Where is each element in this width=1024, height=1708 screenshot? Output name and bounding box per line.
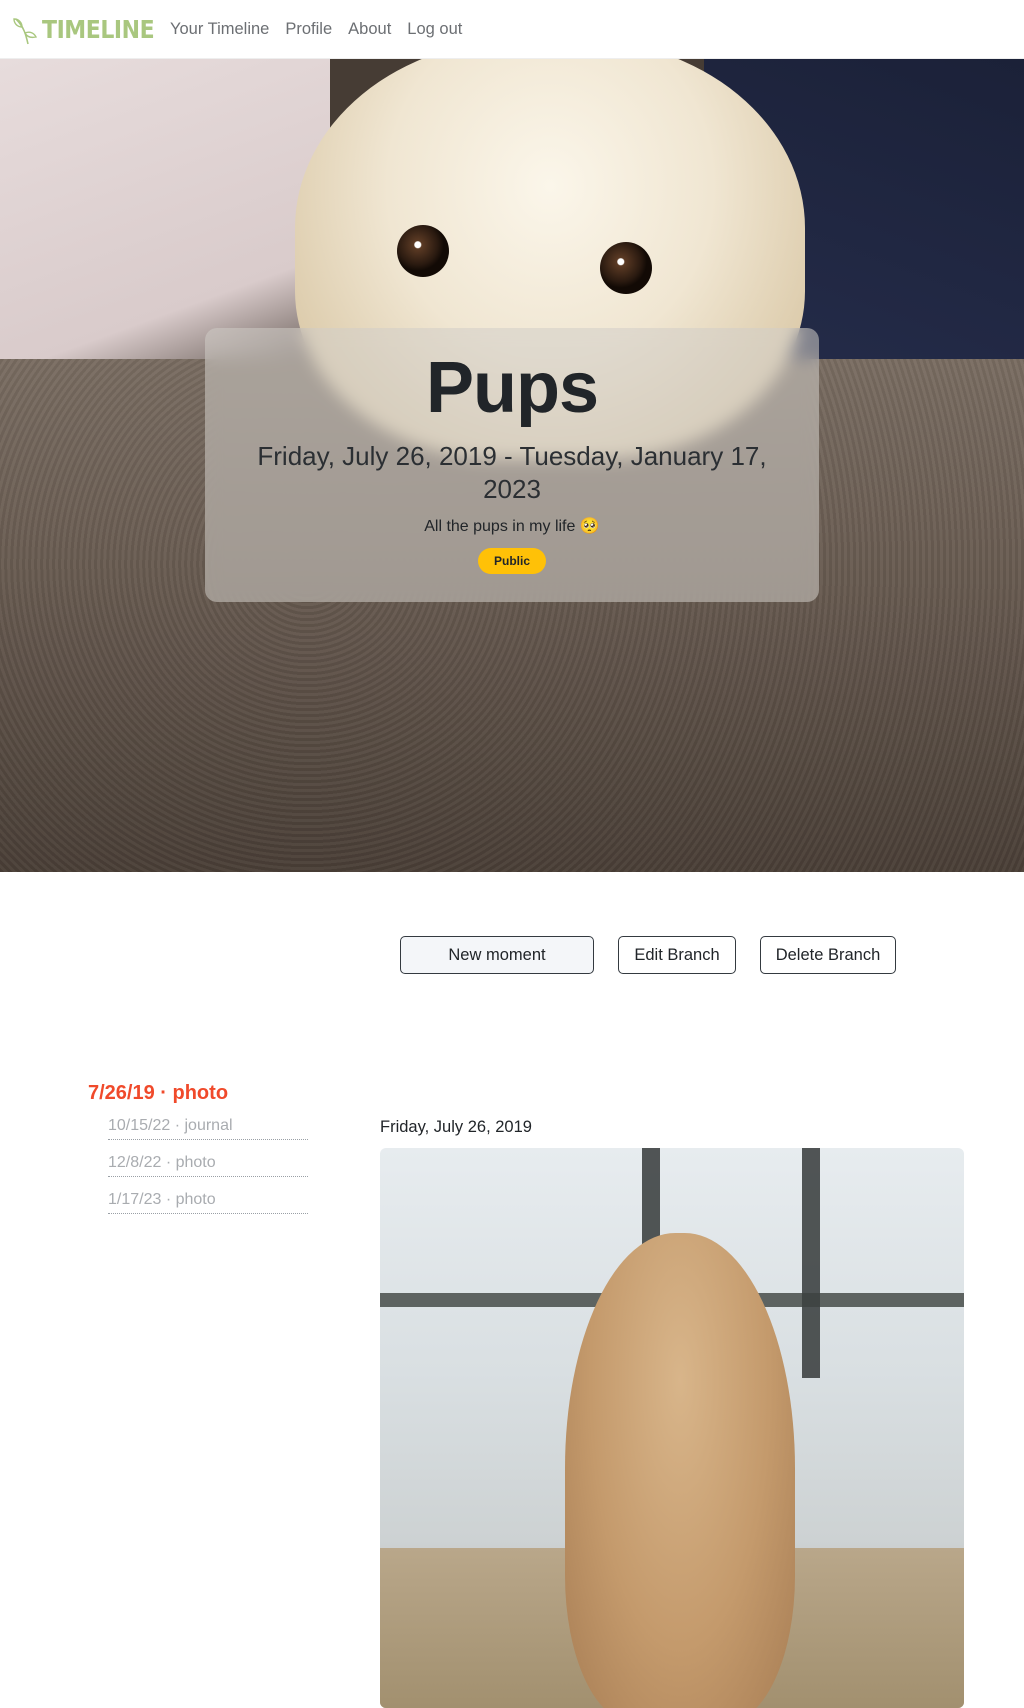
brand-logo[interactable]: TIMELINE [12, 0, 155, 59]
brand-text: TIMELINE [42, 14, 155, 44]
branch-header-card: Pups Friday, July 26, 2019 - Tuesday, Ja… [205, 328, 819, 602]
moment-date: Friday, July 26, 2019 [380, 1118, 532, 1136]
navbar: TIMELINE Your Timeline Profile About Log… [0, 0, 1024, 59]
photo-chair-leg [802, 1148, 820, 1378]
delete-branch-button[interactable]: Delete Branch [760, 936, 896, 974]
nav-links: Your Timeline Profile About Log out [170, 20, 478, 39]
branch-date-range: Friday, July 26, 2019 - Tuesday, January… [257, 441, 767, 504]
moment-list-item[interactable]: 1/17/23 · photo [108, 1191, 308, 1214]
sprout-icon [13, 18, 38, 45]
nav-link-about[interactable]: About [348, 20, 391, 39]
moment-photo [380, 1148, 964, 1708]
branch-title: Pups [425, 348, 599, 428]
dog-eye-left [397, 225, 449, 277]
nav-link-your-timeline[interactable]: Your Timeline [170, 20, 269, 39]
branch-description: All the pups in my life 🥺 [424, 518, 600, 535]
dog-eye-right [600, 242, 652, 294]
moment-card: Friday, July 26, 2019 [380, 1118, 964, 1708]
nav-link-profile[interactable]: Profile [285, 20, 332, 39]
moment-list: 7/26/19 · photo 10/15/22 · journal 12/8/… [88, 1082, 318, 1228]
moment-list-item[interactable]: 12/8/22 · photo [108, 1154, 308, 1177]
moment-list-item-active[interactable]: 7/26/19 · photo [88, 1082, 318, 1105]
nav-link-log-out[interactable]: Log out [407, 20, 462, 39]
new-moment-button[interactable]: New moment [400, 936, 594, 974]
moment-list-item[interactable]: 10/15/22 · journal [108, 1117, 308, 1140]
photo-puppy [565, 1233, 795, 1708]
visibility-badge: Public [477, 548, 546, 574]
hero-banner: Pups Friday, July 26, 2019 - Tuesday, Ja… [0, 59, 1024, 872]
branch-actions: New moment Edit Branch Delete Branch [0, 936, 1024, 974]
edit-branch-button[interactable]: Edit Branch [618, 936, 736, 974]
